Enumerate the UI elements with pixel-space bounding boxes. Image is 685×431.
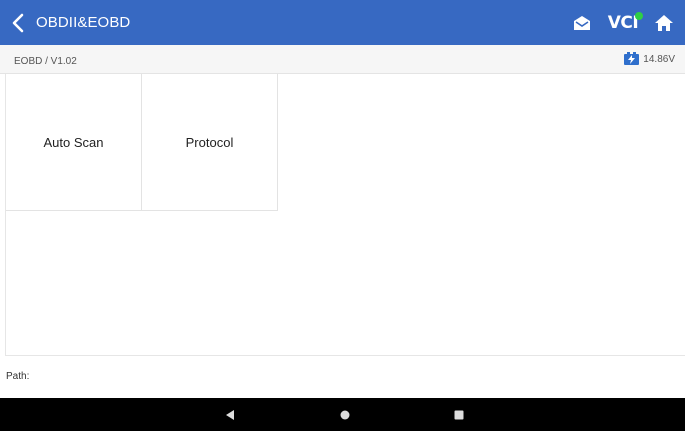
triangle-back-icon [226,410,234,420]
info-bar: EOBD / V1.02 14.86V [0,45,685,74]
battery-icon [624,52,640,65]
path-label: Path: [6,371,30,382]
software-version: EOBD / V1.02 [14,56,77,67]
square-recents-icon [454,410,464,420]
home-icon [655,15,673,31]
menu-grid: Auto Scan Protocol [5,74,685,356]
battery-voltage: 14.86V [643,54,675,65]
nav-recents-button[interactable] [451,407,467,423]
header-bar: OBDII&EOBD VCI [0,0,685,45]
protocol-tile[interactable]: Protocol [142,74,278,211]
nav-home-button[interactable] [337,407,353,423]
page-title: OBDII&EOBD [36,14,131,31]
mail-button[interactable] [570,10,594,36]
nav-back-button[interactable] [222,407,238,423]
tile-label: Protocol [185,134,234,150]
app-window: OBDII&EOBD VCI EOBD / V1.02 14.86V Auto … [0,0,685,431]
vci-label: VCI [607,13,639,33]
vci-status-indicator [635,12,643,20]
vci-button[interactable]: VCI [603,10,643,36]
auto-scan-tile[interactable]: Auto Scan [6,74,142,211]
back-button[interactable] [6,10,30,36]
tile-label: Auto Scan [43,134,104,150]
mail-icon [574,16,590,30]
chevron-left-icon [12,13,24,33]
circle-home-icon [340,410,350,420]
battery-status: 14.86V [624,52,675,65]
home-button[interactable] [651,10,677,36]
android-nav-bar [0,398,685,431]
